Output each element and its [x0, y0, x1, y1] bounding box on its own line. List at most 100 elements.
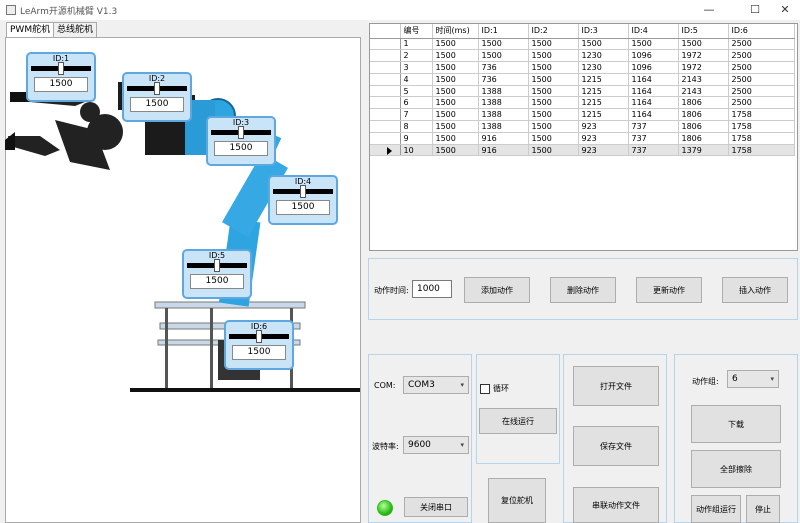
grid-cell[interactable]: 1500	[478, 49, 529, 63]
grid-cell[interactable]: 1758	[728, 120, 795, 133]
grid-cell[interactable]: 1806	[678, 132, 729, 145]
grid-row-header[interactable]	[370, 120, 401, 133]
grid-column-header[interactable]: ID:4	[628, 24, 679, 39]
grid-cell[interactable]: 1230	[578, 61, 629, 74]
save-file-button[interactable]: 保存文件	[573, 426, 659, 466]
grid-row[interactable]: 4 1500 736 1500 1215 1164 2143 2500	[370, 73, 795, 86]
grid-cell[interactable]: 1500	[528, 108, 579, 122]
grid-cell[interactable]: 1500	[432, 38, 479, 51]
servo-5-slider-thumb[interactable]	[214, 259, 220, 272]
stop-button[interactable]: 停止	[746, 495, 780, 523]
close-button[interactable]: ✕	[770, 0, 800, 20]
grid-cell[interactable]: 1500	[628, 38, 679, 51]
grid-cell[interactable]: 1500	[432, 120, 479, 133]
grid-cell[interactable]: 2500	[728, 49, 795, 63]
grid-cell[interactable]: 1500	[528, 85, 579, 98]
grid-cell[interactable]: 2143	[678, 85, 729, 98]
grid-cell[interactable]: 736	[478, 73, 529, 86]
grid-cell[interactable]: 1215	[578, 73, 629, 86]
grid-row[interactable]: 6 1500 1388 1500 1215 1164 1806 2500	[370, 96, 795, 110]
grid-cell[interactable]: 2500	[728, 85, 795, 98]
grid-cell[interactable]: 1164	[628, 108, 679, 122]
grid-row-header[interactable]	[370, 96, 401, 110]
grid-column-header[interactable]: 时间(ms)	[432, 24, 479, 39]
download-button[interactable]: 下载	[691, 405, 781, 443]
servo-5-value[interactable]: 1500	[190, 274, 244, 289]
grid-cell[interactable]: 1388	[478, 120, 529, 133]
grid-cell[interactable]: 7	[400, 108, 433, 122]
grid-cell[interactable]: 1500	[528, 120, 579, 133]
minimize-button[interactable]: —	[694, 0, 724, 20]
action-group-select[interactable]: 6 ▾	[727, 370, 779, 388]
servo-6-value[interactable]: 1500	[232, 345, 286, 360]
grid-cell[interactable]: 1972	[678, 49, 729, 63]
grid-cell[interactable]: 923	[578, 144, 629, 157]
grid-row[interactable]: 9 1500 916 1500 923 737 1806 1758	[370, 132, 795, 145]
grid-cell[interactable]: 1164	[628, 96, 679, 110]
maximize-button[interactable]: ☐	[740, 0, 770, 20]
servo-6-slider-thumb[interactable]	[256, 330, 262, 343]
grid-cell[interactable]: 1500	[528, 38, 579, 51]
grid-cell[interactable]: 1500	[528, 96, 579, 110]
grid-row-header[interactable]	[370, 132, 401, 145]
run-online-button[interactable]: 在线运行	[479, 408, 557, 434]
grid-cell[interactable]: 737	[628, 120, 679, 133]
action-time-input[interactable]: 1000	[412, 280, 452, 298]
grid-cell[interactable]: 1215	[578, 85, 629, 98]
grid-cell[interactable]: 1164	[628, 85, 679, 98]
open-file-button[interactable]: 打开文件	[573, 366, 659, 406]
grid-row-header[interactable]	[370, 38, 401, 51]
grid-cell[interactable]: 1164	[628, 73, 679, 86]
grid-column-header[interactable]: ID:6	[728, 24, 795, 39]
servo-4-value[interactable]: 1500	[276, 200, 330, 215]
grid-cell[interactable]: 1500	[432, 132, 479, 145]
servo-2-value[interactable]: 1500	[130, 97, 184, 112]
com-select[interactable]: COM3 ▾	[403, 376, 469, 394]
grid-column-header[interactable]: ID:3	[578, 24, 629, 39]
grid-cell[interactable]: 737	[628, 144, 679, 157]
grid-cell[interactable]: 2500	[728, 38, 795, 51]
grid-cell[interactable]: 737	[628, 132, 679, 145]
concat-action-files-button[interactable]: 串联动作文件	[573, 487, 659, 523]
insert-action-button[interactable]: 插入动作	[722, 277, 788, 303]
delete-action-button[interactable]: 删除动作	[550, 277, 616, 303]
grid-cell[interactable]: 1096	[628, 49, 679, 63]
grid-row[interactable]: 1 1500 1500 1500 1500 1500 1500 2500	[370, 38, 795, 51]
tab-pwm-servo[interactable]: PWM舵机	[6, 22, 55, 38]
grid-cell[interactable]: 3	[400, 61, 433, 74]
grid-row[interactable]: 2 1500 1500 1500 1230 1096 1972 2500	[370, 49, 795, 63]
grid-cell[interactable]: 1230	[578, 49, 629, 63]
grid-cell[interactable]: 6	[400, 96, 433, 110]
grid-cell[interactable]: 1972	[678, 61, 729, 74]
grid-cell[interactable]: 1500	[432, 108, 479, 122]
grid-cell[interactable]: 1	[400, 38, 433, 51]
grid-cell[interactable]: 916	[478, 144, 529, 157]
grid-column-header[interactable]: ID:1	[478, 24, 529, 39]
grid-cell[interactable]: 923	[578, 120, 629, 133]
grid-cell[interactable]: 1388	[478, 108, 529, 122]
grid-cell[interactable]: 1500	[432, 49, 479, 63]
servo-4-slider-thumb[interactable]	[300, 185, 306, 198]
close-port-button[interactable]: 关闭串口	[404, 497, 468, 517]
servo-1-slider-thumb[interactable]	[58, 62, 64, 75]
grid-cell[interactable]: 1500	[432, 144, 479, 157]
grid-row[interactable]: 5 1500 1388 1500 1215 1164 2143 2500	[370, 85, 795, 98]
add-action-button[interactable]: 添加动作	[464, 277, 530, 303]
grid-cell[interactable]: 1806	[678, 120, 729, 133]
grid-row-header[interactable]	[370, 144, 401, 157]
grid-cell[interactable]: 1500	[478, 38, 529, 51]
servo-3-value[interactable]: 1500	[214, 141, 268, 156]
servo-2-slider-thumb[interactable]	[154, 82, 160, 95]
grid-column-header[interactable]: ID:5	[678, 24, 729, 39]
grid-cell[interactable]: 5	[400, 85, 433, 98]
loop-checkbox[interactable]	[480, 384, 490, 394]
grid-cell[interactable]: 1500	[528, 49, 579, 63]
reset-servo-button[interactable]: 复位舵机	[488, 478, 546, 523]
grid-cell[interactable]: 1500	[528, 61, 579, 74]
grid-cell[interactable]: 2143	[678, 73, 729, 86]
erase-all-button[interactable]: 全部擦除	[691, 450, 781, 488]
grid-cell[interactable]: 1500	[528, 144, 579, 157]
grid-row[interactable]: 7 1500 1388 1500 1215 1164 1806 1758	[370, 108, 795, 122]
servo-1-value[interactable]: 1500	[34, 77, 88, 92]
servo-3-slider-thumb[interactable]	[238, 126, 244, 139]
